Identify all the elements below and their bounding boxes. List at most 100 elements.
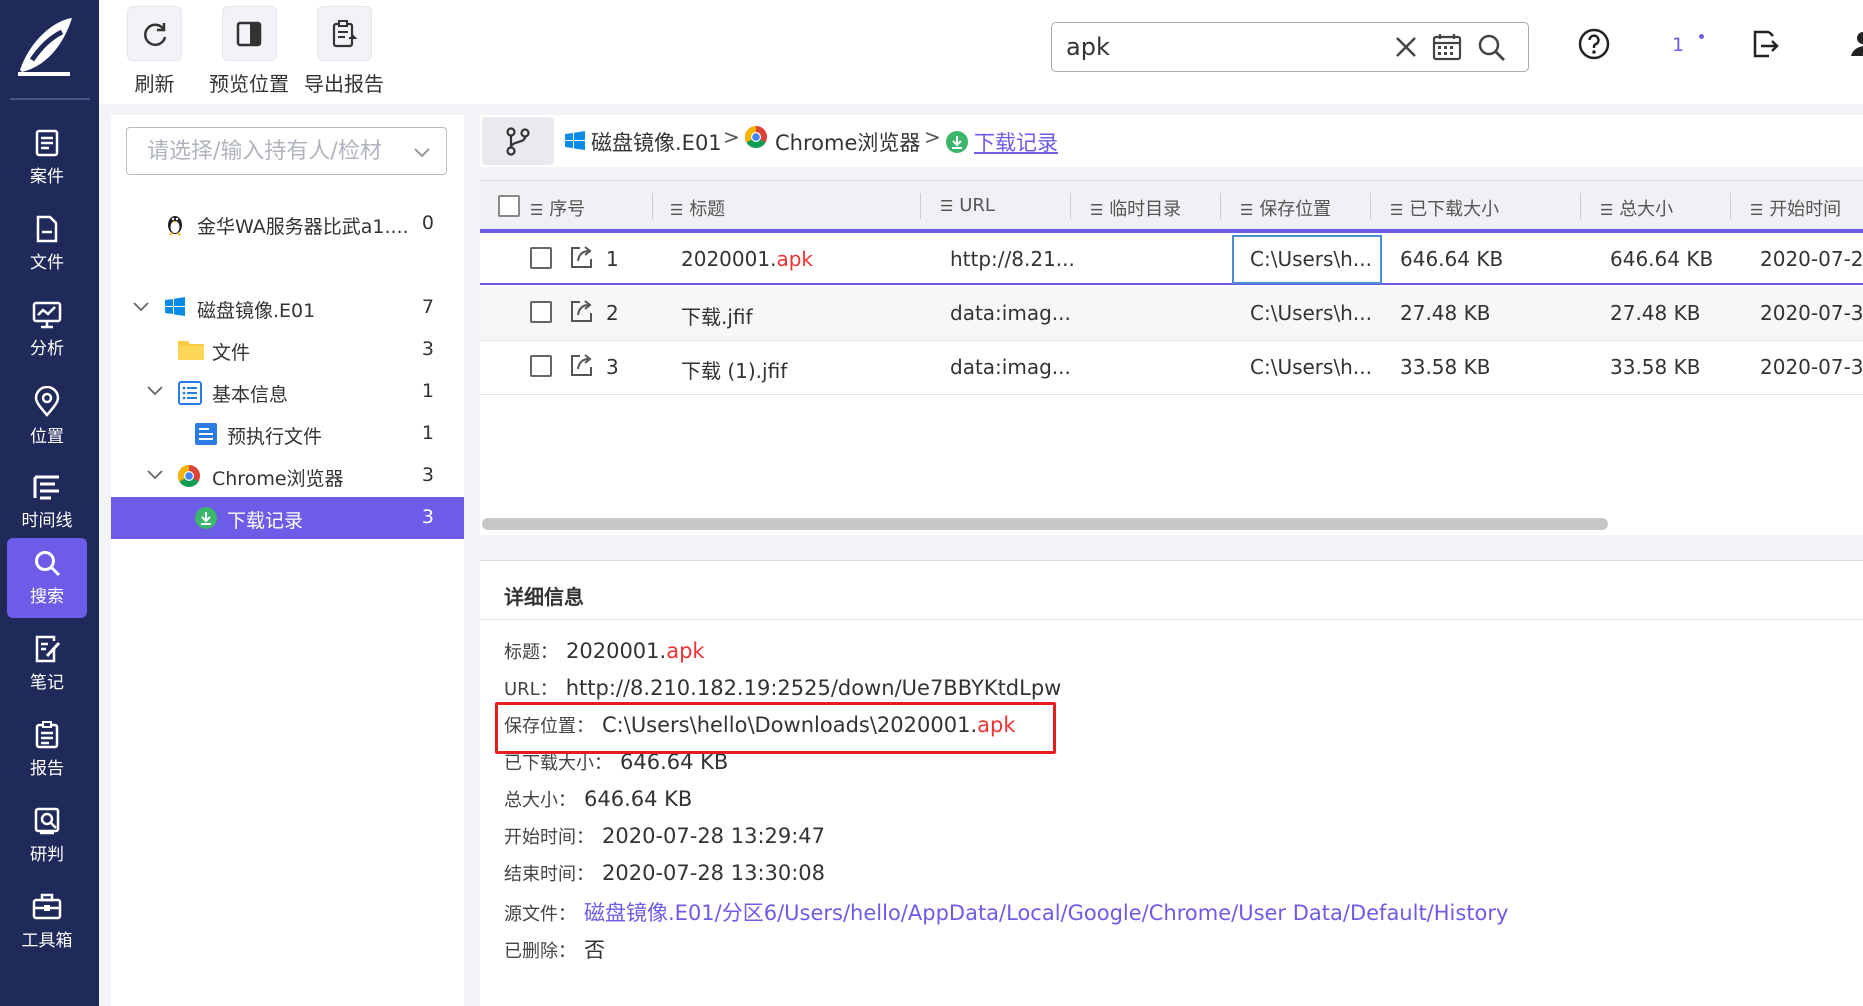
row-checkbox[interactable] — [530, 247, 552, 269]
cell-save-location: C:\Users\h... — [1250, 355, 1372, 379]
open-external-icon[interactable] — [568, 243, 596, 271]
breadcrumb-chrome[interactable]: Chrome浏览器 — [775, 127, 920, 157]
tree-item-count: 3 — [421, 464, 434, 486]
chevron-down-icon[interactable] — [145, 465, 165, 485]
download-icon — [195, 507, 217, 529]
export-file-icon[interactable] — [1749, 28, 1781, 64]
linux-icon — [168, 216, 182, 236]
export-report-button[interactable]: 导出报告 — [304, 6, 384, 97]
case-icon — [35, 129, 59, 157]
column-divider[interactable] — [1370, 193, 1371, 219]
row-checkbox[interactable] — [530, 301, 552, 323]
branch-button[interactable] — [482, 117, 554, 165]
tree-item-disk-image[interactable]: 磁盘镜像.E01 7 — [111, 287, 464, 329]
column-header[interactable]: ☰ 保存位置 — [1240, 195, 1331, 221]
column-header[interactable]: ☰ 已下载大小 — [1390, 195, 1499, 221]
tree-item-server[interactable]: 金华WA服务器比武a1.... 0 — [111, 203, 464, 245]
nav-label: 案件 — [30, 167, 64, 187]
detail-panel: 详细信息 标题： 2020001.apk URL： http://8.210.182… — [480, 560, 1863, 1006]
cell-title: 2020001.apk — [681, 247, 813, 271]
column-header[interactable]: ☰ 标题 — [670, 195, 725, 221]
tree-item-files[interactable]: 文件 3 — [111, 329, 464, 371]
cell-url: data:imag... — [950, 355, 1071, 379]
tree-item-prefetch[interactable]: 预执行文件 1 — [111, 413, 464, 455]
report-icon — [35, 721, 59, 749]
breadcrumb-disk-image[interactable]: 磁盘镜像.E01 — [591, 127, 722, 157]
nav-item-report[interactable]: 报告 — [7, 710, 87, 790]
select-all-checkbox[interactable] — [498, 195, 520, 217]
open-external-icon[interactable] — [568, 297, 596, 325]
column-divider[interactable] — [652, 193, 653, 219]
detail-deleted-row: 已删除：否 — [504, 938, 605, 962]
tree-item-count: 7 — [421, 296, 434, 318]
cell-title: 下载 (1).jfif — [681, 359, 788, 383]
cell-save-location: C:\Users\h... — [1250, 247, 1372, 271]
nav-item-timeline[interactable]: 时间线 — [7, 462, 87, 542]
cell-url: http://8.21... — [950, 247, 1075, 271]
cell-no: 2 — [606, 301, 619, 325]
cell-title: 下载.jfif — [681, 305, 753, 329]
tree-item-label: 金华WA服务器比武a1.... — [197, 216, 409, 238]
column-header[interactable]: ☰ URL — [940, 195, 995, 216]
table-row[interactable]: 2 下载.jfif data:imag... C:\Users\h... 27.… — [480, 287, 1863, 341]
nav-item-location[interactable]: 位置 — [7, 376, 87, 456]
column-header[interactable]: ☰ 开始时间 — [1750, 195, 1841, 221]
cell-start-time: 2020-07-30 — [1760, 355, 1863, 379]
chevron-down-icon[interactable] — [145, 381, 165, 401]
nav-item-case[interactable]: 案件 — [7, 118, 87, 198]
column-divider[interactable] — [1730, 193, 1731, 219]
notification-dot — [1699, 34, 1704, 39]
chevron-down-icon[interactable] — [131, 297, 151, 317]
tree-item-label: 文件 — [212, 342, 251, 364]
folder-icon — [178, 341, 204, 360]
branch-icon — [506, 127, 530, 156]
chrome-icon — [745, 126, 767, 148]
nav-item-judge[interactable]: 研判 — [7, 796, 87, 876]
clear-search-icon[interactable] — [1392, 33, 1420, 65]
nav-item-notes[interactable]: 笔记 — [7, 624, 87, 704]
owner-select[interactable] — [126, 127, 447, 175]
timeline-icon — [33, 475, 59, 500]
column-divider[interactable] — [1220, 193, 1221, 219]
nav-item-file[interactable]: 文件 — [7, 204, 87, 284]
column-header[interactable]: ☰ 序号 — [530, 195, 585, 221]
refresh-button[interactable]: 刷新 — [127, 6, 182, 97]
search-input[interactable] — [1066, 31, 1366, 63]
column-header[interactable]: ☰ 临时目录 — [1090, 195, 1181, 221]
open-external-icon[interactable] — [568, 351, 596, 379]
detail-total-row: 总大小： 646.64 KB — [504, 787, 693, 811]
breadcrumb-downloads[interactable]: 下载记录 — [974, 127, 1058, 157]
owner-input[interactable] — [147, 136, 407, 166]
help-icon[interactable] — [1578, 28, 1610, 64]
search-submit-icon[interactable] — [1477, 33, 1507, 67]
column-divider[interactable] — [920, 193, 921, 219]
tree-item-basic-info[interactable]: 基本信息 1 — [111, 371, 464, 413]
judge-icon — [34, 807, 60, 835]
table-row[interactable]: 1 2020001.apk http://8.21... C:\Users\h.… — [480, 231, 1863, 285]
analysis-icon — [32, 301, 62, 329]
cell-downloaded-size: 33.58 KB — [1400, 355, 1491, 379]
source-file-link[interactable]: 磁盘镜像.E01/分区6/Users/hello/AppData/Local/G… — [584, 901, 1508, 925]
table-row[interactable]: 3 下载 (1).jfif data:imag... C:\Users\h...… — [480, 341, 1863, 395]
tree-item-label: 基本信息 — [212, 384, 289, 406]
cell-save-location: C:\Users\h... — [1250, 301, 1372, 325]
detail-url-row: URL： http://8.210.182.19:2525/down/Ue7BBY… — [504, 676, 1062, 700]
column-divider[interactable] — [1070, 193, 1071, 219]
tree-item-count: 1 — [421, 422, 434, 444]
notification-count[interactable]: 1 — [1672, 34, 1684, 56]
download-records-table: ☰ 序号 ☰ 标题 ☰ URL ☰ 临时目录 ☰ 保存位置 ☰ 已下载大小 ☰ … — [480, 180, 1863, 535]
tree-item-downloads[interactable]: 下载记录 3 — [111, 497, 464, 539]
row-checkbox[interactable] — [530, 355, 552, 377]
nav-item-analysis[interactable]: 分析 — [7, 290, 87, 370]
column-divider[interactable] — [1580, 193, 1581, 219]
refresh-icon — [143, 22, 166, 46]
evidence-tree-panel: 金华WA服务器比武a1.... 0 磁盘镜像.E01 7 文件 3 基本信息 1… — [111, 115, 464, 1006]
column-header[interactable]: ☰ 总大小 — [1600, 195, 1673, 221]
nav-item-toolbox[interactable]: 工具箱 — [7, 882, 87, 962]
tree-item-chrome[interactable]: Chrome浏览器 3 — [111, 455, 464, 497]
user-icon[interactable] — [1851, 28, 1863, 64]
preview-location-button[interactable]: 预览位置 — [209, 6, 289, 97]
nav-item-search[interactable]: 搜索 — [7, 538, 87, 618]
horizontal-scrollbar[interactable] — [482, 518, 1608, 530]
calendar-icon[interactable] — [1432, 33, 1462, 65]
